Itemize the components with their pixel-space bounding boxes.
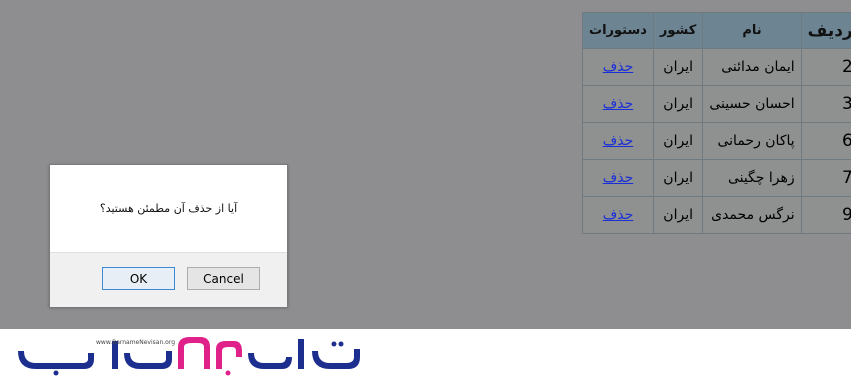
- row-name: ایمان مدائنی: [702, 48, 802, 86]
- row-actions-cell: حذف: [582, 85, 654, 123]
- table-row: 7 زهرا چگینی ایران حذف: [582, 159, 851, 197]
- row-country: ایران: [652, 159, 704, 197]
- logo-url-text: www.BarnameNevisan.org: [96, 339, 175, 346]
- cancel-button[interactable]: Cancel: [187, 267, 260, 290]
- row-id: 7: [800, 159, 851, 197]
- dialog-body: آیا از حذف آن مطمئن هستید؟: [50, 165, 287, 252]
- row-actions-cell: حذف: [582, 122, 654, 160]
- row-actions-cell: حذف: [582, 159, 654, 197]
- ok-button[interactable]: OK: [102, 267, 175, 290]
- row-country: ایران: [652, 85, 704, 123]
- header-country: کشور: [652, 12, 704, 49]
- page: ردیف نام کشور دستورات 2 ایمان مدائنی ایر…: [0, 0, 851, 379]
- table-header-row: ردیف نام کشور دستورات: [582, 12, 851, 49]
- delete-link[interactable]: حذف: [603, 207, 634, 223]
- site-logo: [18, 337, 360, 376]
- row-name: زهرا چگینی: [702, 159, 802, 197]
- row-country: ایران: [652, 196, 704, 234]
- table-row: 2 ایمان مدائنی ایران حذف: [582, 48, 851, 86]
- dialog-message: آیا از حذف آن مطمئن هستید؟: [99, 202, 238, 215]
- row-id: 9: [800, 196, 851, 234]
- header-actions: دستورات: [582, 12, 654, 49]
- header-name: نام: [702, 12, 802, 49]
- delete-link[interactable]: حذف: [603, 170, 634, 186]
- row-id: 2: [800, 48, 851, 86]
- row-id: 6: [800, 122, 851, 160]
- confirm-dialog: آیا از حذف آن مطمئن هستید؟ OK Cancel: [49, 164, 288, 307]
- row-country: ایران: [652, 48, 704, 86]
- row-actions-cell: حذف: [582, 48, 654, 86]
- table-row: 9 نرگس محمدی ایران حذف: [582, 196, 851, 234]
- people-table: ردیف نام کشور دستورات 2 ایمان مدائنی ایر…: [582, 12, 851, 234]
- dialog-footer: OK Cancel: [50, 252, 287, 307]
- row-actions-cell: حذف: [582, 196, 654, 234]
- delete-link[interactable]: حذف: [603, 96, 634, 112]
- row-country: ایران: [652, 122, 704, 160]
- row-name: نرگس محمدی: [702, 196, 802, 234]
- header-row-number: ردیف: [800, 12, 851, 49]
- row-name: پاکان رحمانی: [702, 122, 802, 160]
- table-row: 3 احسان حسینی ایران حذف: [582, 85, 851, 123]
- table-row: 6 پاکان رحمانی ایران حذف: [582, 122, 851, 160]
- delete-link[interactable]: حذف: [603, 133, 634, 149]
- row-name: احسان حسینی: [702, 85, 802, 123]
- delete-link[interactable]: حذف: [603, 59, 634, 75]
- row-id: 3: [800, 85, 851, 123]
